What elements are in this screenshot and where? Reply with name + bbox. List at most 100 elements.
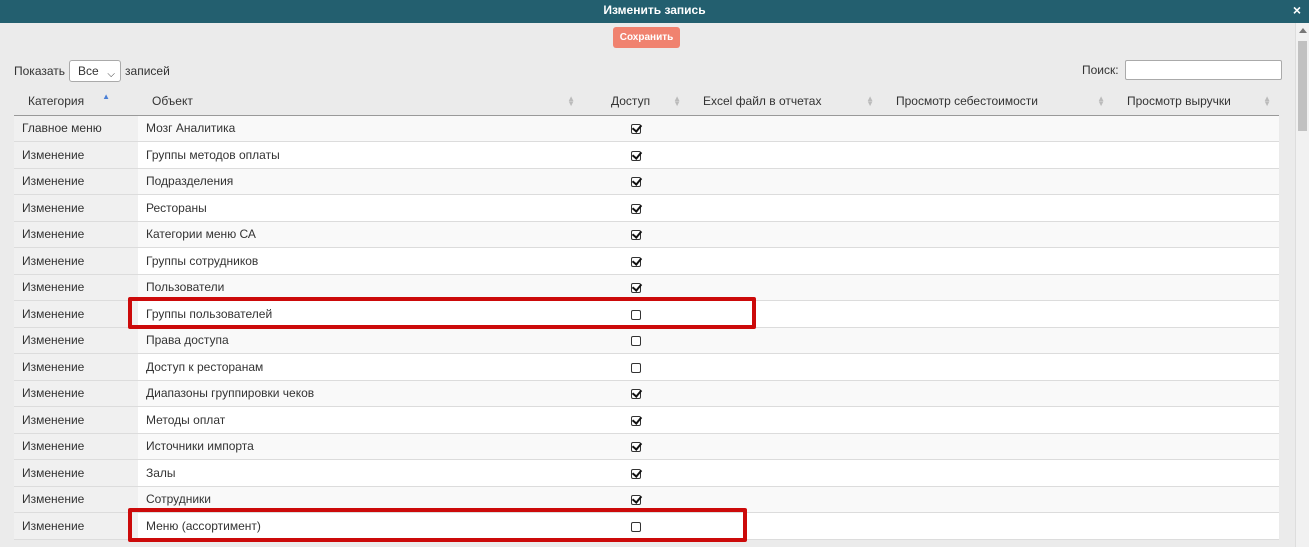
category-cell: Изменение [14, 512, 138, 540]
object-cell: Диапазоны группировки чеков [138, 380, 583, 407]
scroll-up-icon[interactable] [1299, 28, 1307, 33]
cost-cell [882, 247, 1113, 275]
revenue-cell [1113, 512, 1279, 540]
cost-cell [882, 115, 1113, 142]
access-checkbox[interactable] [631, 203, 641, 214]
table-row: Изменение Методы оплат [14, 406, 1279, 434]
header-object[interactable]: Объект ▲ ▼ [138, 88, 583, 116]
object-cell: Группы пользователей [138, 300, 583, 328]
object-cell: Мозг Аналитика [138, 115, 583, 142]
excel-cell [689, 194, 882, 222]
vertical-scrollbar[interactable] [1295, 23, 1309, 547]
dialog-title: Изменить запись [603, 3, 706, 17]
cost-cell [882, 353, 1113, 381]
access-cell [583, 459, 689, 487]
access-cell [583, 406, 689, 434]
header-category[interactable]: Категория ▲ [14, 88, 138, 116]
category-cell: Изменение [14, 406, 138, 434]
permissions-table: Категория ▲ Объект ▲ ▼ Доступ ▲ ▼ Excel файл в о… [14, 88, 1279, 540]
access-cell [583, 353, 689, 381]
cost-cell [882, 300, 1113, 328]
access-checkbox[interactable] [631, 124, 641, 135]
object-cell: Меню (ассортимент) [138, 512, 583, 540]
header-cost[interactable]: Просмотр себестоимости ▲ ▼ [882, 88, 1113, 116]
sort-icon[interactable]: ▲ ▼ [866, 95, 874, 108]
dialog-titlebar: Изменить запись × [0, 0, 1309, 23]
category-cell: Изменение [14, 141, 138, 169]
access-checkbox[interactable] [631, 468, 641, 479]
revenue-cell [1113, 406, 1279, 434]
access-checkbox[interactable] [631, 336, 641, 347]
scroll-thumb[interactable] [1298, 41, 1307, 131]
column-header-label: Excel файл в отчетах [703, 94, 822, 109]
excel-cell [689, 327, 882, 354]
revenue-cell [1113, 247, 1279, 275]
column-header-label: Просмотр себестоимости [896, 94, 1038, 109]
access-checkbox[interactable] [631, 415, 641, 426]
table-row: Изменение Рестораны [14, 194, 1279, 222]
table-row: Изменение Пользователи [14, 274, 1279, 301]
revenue-cell [1113, 486, 1279, 513]
access-checkbox[interactable] [631, 495, 641, 506]
page-length-select[interactable]: Все ⌵ [69, 60, 122, 82]
access-checkbox[interactable] [631, 150, 641, 161]
sort-icon[interactable]: ▲ ▼ [673, 95, 681, 108]
sort-icon[interactable]: ▲ ▼ [1263, 95, 1271, 108]
category-cell: Изменение [14, 486, 138, 513]
category-cell: Изменение [14, 380, 138, 407]
table-row: Изменение Подразделения [14, 168, 1279, 195]
cost-cell [882, 274, 1113, 301]
access-cell [583, 141, 689, 169]
revenue-cell [1113, 221, 1279, 248]
access-checkbox[interactable] [631, 521, 641, 532]
table-row: Изменение Группы методов оплаты [14, 141, 1279, 169]
cost-cell [882, 141, 1113, 169]
table-row: Изменение Группы пользователей [14, 300, 1279, 328]
table-row: Изменение Источники импорта [14, 433, 1279, 460]
access-checkbox[interactable] [631, 362, 641, 373]
close-icon[interactable]: × [1293, 0, 1301, 21]
excel-cell [689, 512, 882, 540]
cost-cell [882, 221, 1113, 248]
access-checkbox[interactable] [631, 283, 641, 294]
category-cell: Изменение [14, 247, 138, 275]
save-button[interactable]: Сохранить [613, 27, 680, 48]
excel-cell [689, 300, 882, 328]
excel-cell [689, 406, 882, 434]
cost-cell [882, 459, 1113, 487]
access-checkbox[interactable] [631, 389, 641, 400]
category-cell: Изменение [14, 459, 138, 487]
access-cell [583, 327, 689, 354]
access-cell [583, 380, 689, 407]
revenue-cell [1113, 274, 1279, 301]
access-checkbox[interactable] [631, 309, 641, 320]
excel-cell [689, 221, 882, 248]
header-excel[interactable]: Excel файл в отчетах ▲ ▼ [689, 88, 882, 116]
access-checkbox[interactable] [631, 256, 641, 267]
table-row: Изменение Группы сотрудников [14, 247, 1279, 275]
column-header-label: Просмотр выручки [1127, 94, 1231, 109]
access-checkbox[interactable] [631, 177, 641, 188]
access-cell [583, 274, 689, 301]
header-access[interactable]: Доступ ▲ ▼ [583, 88, 689, 116]
search-input[interactable] [1124, 60, 1282, 80]
object-cell: Права доступа [138, 327, 583, 354]
object-cell: Категории меню СА [138, 221, 583, 248]
category-cell: Изменение [14, 221, 138, 248]
cost-cell [882, 406, 1113, 434]
table-row: Изменение Меню (ассортимент) [14, 512, 1279, 540]
object-cell: Методы оплат [138, 406, 583, 434]
access-checkbox[interactable] [631, 230, 641, 241]
access-checkbox[interactable] [631, 442, 641, 453]
length-prefix-label: Показать [14, 64, 66, 78]
sort-icon[interactable]: ▲ ▼ [567, 95, 575, 108]
table-row: Изменение Категории меню СА [14, 221, 1279, 248]
sort-icon[interactable]: ▲ [102, 93, 110, 101]
header-revenue[interactable]: Просмотр выручки ▲ ▼ [1113, 88, 1279, 116]
object-cell: Рестораны [138, 194, 583, 222]
table-header-row: Категория ▲ Объект ▲ ▼ Доступ ▲ ▼ Excel файл в о… [14, 88, 1279, 116]
sort-icon[interactable]: ▲ ▼ [1097, 95, 1105, 108]
length-suffix-label: записей [125, 64, 170, 78]
category-cell: Изменение [14, 353, 138, 381]
table-row: Главное меню Мозг Аналитика [14, 115, 1279, 142]
